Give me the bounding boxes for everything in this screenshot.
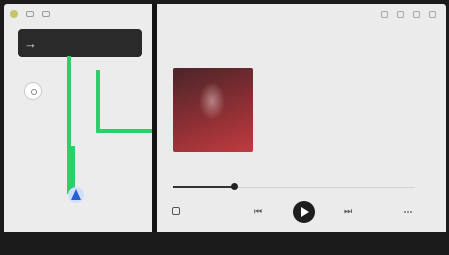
current-location-icon bbox=[68, 187, 84, 203]
next-button[interactable]: ⏭ bbox=[344, 206, 352, 217]
map-pane[interactable]: → bbox=[4, 4, 152, 232]
route-line bbox=[96, 70, 100, 132]
play-button[interactable] bbox=[293, 201, 315, 223]
car-display: → ⏮ ⏭ bbox=[0, 0, 449, 255]
previous-button[interactable]: ⏮ bbox=[254, 206, 262, 217]
map-status-row bbox=[4, 4, 152, 24]
route-line bbox=[96, 129, 152, 133]
route-line bbox=[71, 146, 75, 190]
album-art[interactable] bbox=[173, 68, 253, 152]
library-icon[interactable] bbox=[172, 207, 180, 215]
settings-icon[interactable] bbox=[42, 11, 50, 17]
more-icon[interactable] bbox=[403, 207, 413, 217]
turn-arrow-icon: → bbox=[24, 35, 37, 51]
status-dot-icon bbox=[10, 10, 18, 18]
recenter-button[interactable] bbox=[24, 82, 42, 100]
bottom-bar bbox=[0, 236, 449, 255]
turn-instruction-card[interactable]: → bbox=[18, 29, 142, 57]
search-icon[interactable] bbox=[381, 10, 388, 18]
progress-fill bbox=[173, 186, 234, 188]
list-icon[interactable] bbox=[397, 10, 404, 18]
music-header bbox=[157, 4, 446, 24]
music-pane: ⏮ ⏭ bbox=[157, 4, 446, 232]
more-icon[interactable] bbox=[429, 10, 436, 18]
music-header-icons bbox=[381, 10, 436, 18]
playback-controls: ⏮ ⏭ bbox=[157, 201, 446, 223]
progress-thumb[interactable] bbox=[230, 183, 238, 190]
queue-icon[interactable] bbox=[413, 10, 420, 18]
map-icon[interactable] bbox=[26, 11, 34, 17]
